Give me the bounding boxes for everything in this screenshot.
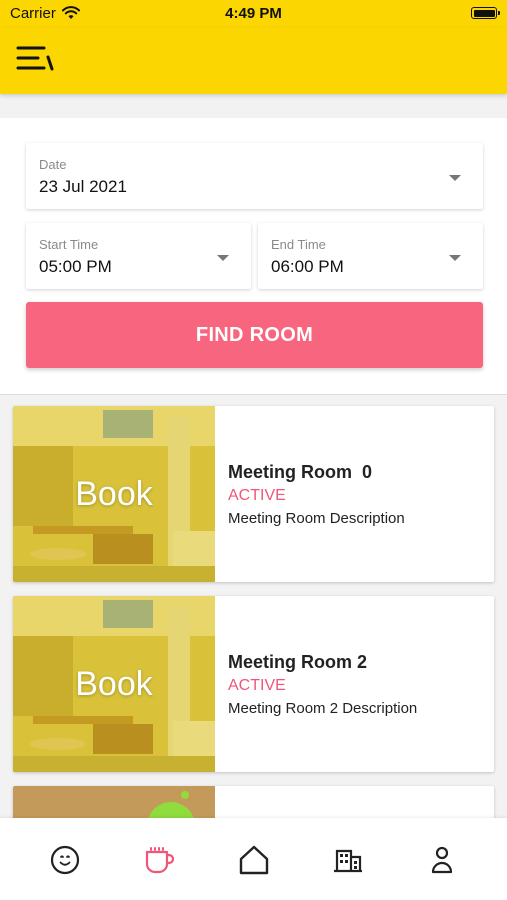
- tab-mood[interactable]: [45, 840, 85, 880]
- date-select[interactable]: Date 23 Jul 2021: [26, 143, 483, 209]
- book-button[interactable]: Book: [13, 406, 215, 582]
- chevron-down-icon: [449, 175, 461, 181]
- room-description: Meeting Room 2 Description: [228, 700, 418, 717]
- tab-profile[interactable]: [422, 840, 462, 880]
- start-time-label: Start Time: [39, 237, 99, 252]
- room-status: ACTIVE: [228, 677, 286, 694]
- user-profile-icon: [431, 846, 453, 874]
- room-thumbnail: Book: [13, 596, 215, 772]
- bottom-tab-bar: [0, 818, 507, 900]
- room-name: Meeting Room 2: [228, 652, 368, 672]
- book-button[interactable]: Book: [13, 596, 215, 772]
- tab-cafe[interactable]: [139, 840, 179, 880]
- room-card[interactable]: Book Meeting Room 0 ACTIVE Meeting Room …: [13, 406, 494, 582]
- clock-time: 4:49 PM: [225, 5, 282, 22]
- search-form: Date 23 Jul 2021 Start Time 05:00 PM End…: [0, 118, 507, 395]
- smiley-face-icon: [50, 845, 80, 875]
- status-bar: Carrier 4:49 PM: [0, 0, 507, 28]
- battery-icon: [471, 7, 500, 19]
- menu-icon: [16, 46, 54, 71]
- coffee-cup-icon: [145, 847, 175, 874]
- room-name: Meeting Room 0: [228, 462, 373, 482]
- end-time-value: 06:00 PM: [271, 257, 344, 276]
- end-time-select[interactable]: End Time 06:00 PM: [258, 223, 483, 289]
- home-icon: [239, 845, 269, 875]
- chevron-down-icon: [217, 255, 229, 261]
- tab-buildings[interactable]: [328, 840, 368, 880]
- menu-button[interactable]: [14, 42, 58, 78]
- find-room-button[interactable]: FIND ROOM: [26, 302, 483, 368]
- room-thumbnail: Book: [13, 406, 215, 582]
- date-label: Date: [39, 157, 67, 172]
- date-value: 23 Jul 2021: [39, 177, 127, 196]
- room-status: ACTIVE: [228, 487, 286, 504]
- start-time-select[interactable]: Start Time 05:00 PM: [26, 223, 251, 289]
- start-time-value: 05:00 PM: [39, 257, 112, 276]
- chevron-down-icon: [449, 255, 461, 261]
- end-time-label: End Time: [271, 237, 326, 252]
- room-card[interactable]: Book Meeting Room 2 ACTIVE Meeting Room …: [13, 596, 494, 772]
- building-icon: [334, 849, 362, 873]
- tab-home[interactable]: [234, 840, 274, 880]
- app-header: [0, 28, 507, 94]
- room-description: Meeting Room Description: [228, 510, 405, 527]
